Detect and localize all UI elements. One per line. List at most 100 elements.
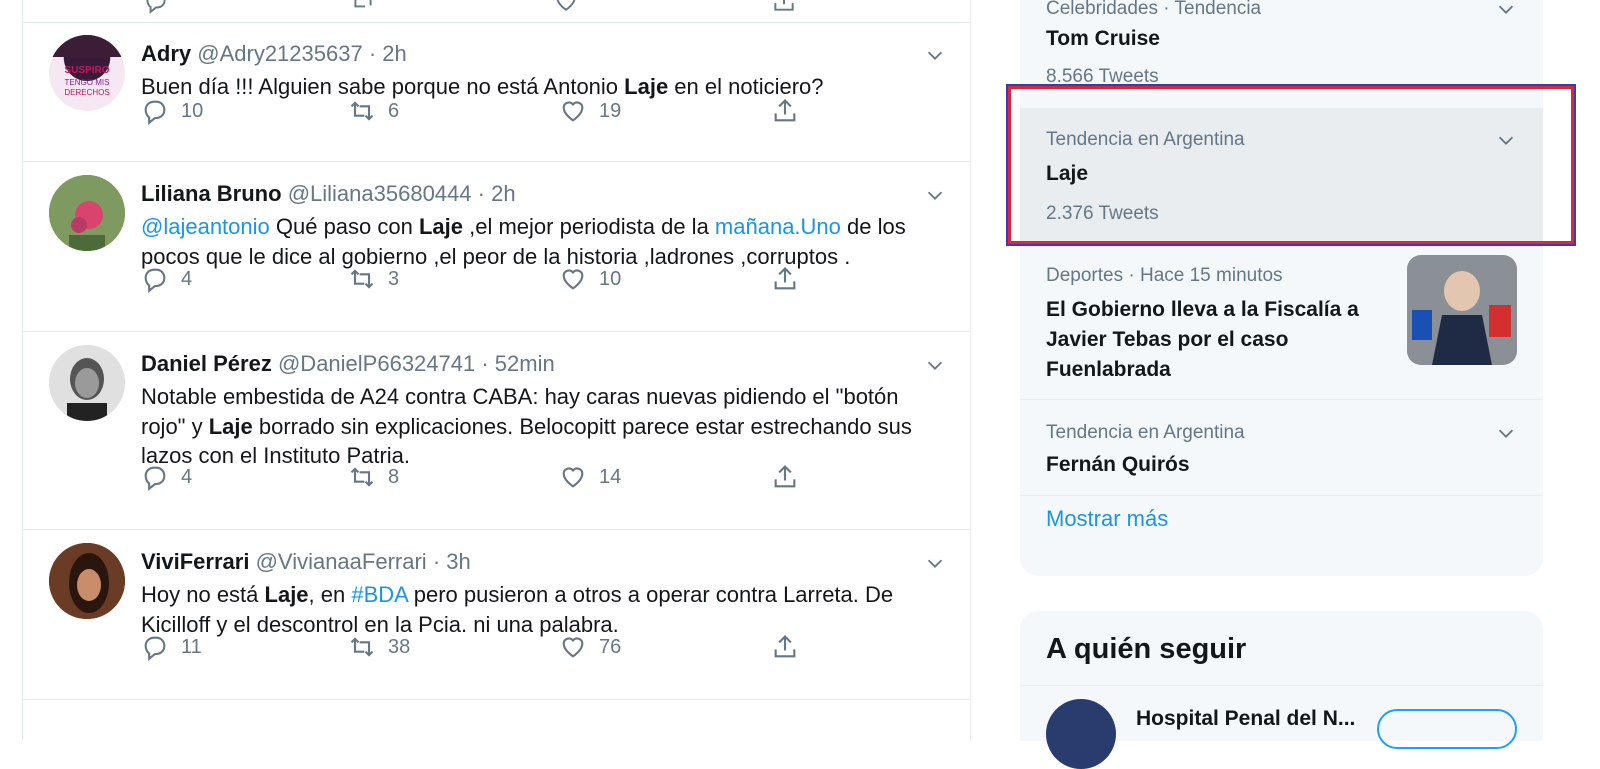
suggested-account-avatar[interactable] [1046, 699, 1116, 769]
avatar[interactable] [49, 345, 125, 421]
author-handle[interactable]: @DanielP66324741 [278, 351, 475, 376]
trend-meta: Tendencia en Argentina [1046, 422, 1245, 443]
share-icon [774, 267, 796, 290]
reply-count: 10 [181, 99, 204, 122]
who-to-follow-title: A quién seguir [1046, 633, 1247, 665]
tweet-text-part: ,el mejor periodista de la [463, 214, 715, 239]
share-button[interactable] [771, 462, 799, 492]
reply-count: 4 [181, 465, 193, 488]
retweet-button[interactable]: 38 [348, 632, 410, 662]
author-name[interactable]: Liliana Bruno [141, 181, 282, 206]
highlighted-term: Laje [264, 582, 309, 607]
reply-icon[interactable] [143, 0, 169, 14]
svg-text:TENGO MIS: TENGO MIS [65, 78, 110, 87]
like-button[interactable]: 10 [559, 264, 621, 294]
retweet-icon[interactable] [350, 0, 376, 14]
chevron-down-icon[interactable] [924, 552, 946, 574]
url-link[interactable]: mañana.Uno [715, 214, 841, 239]
like-count: 10 [599, 267, 622, 290]
tweet[interactable]: Daniel Pérez @DanielP66324741 · 52min No… [23, 332, 970, 530]
share-icon [774, 465, 796, 488]
retweet-count: 38 [388, 635, 411, 658]
like-button[interactable]: 19 [559, 96, 621, 126]
chevron-down-icon[interactable] [924, 184, 946, 206]
timeline: SUSPIRO TENGO MIS DERECHOS Adry @Adry212… [22, 0, 971, 740]
author-handle[interactable]: @Liliana35680444 [288, 181, 472, 206]
trend-image [1407, 255, 1517, 365]
trend-thumbnail[interactable] [1407, 255, 1517, 365]
tweet-time[interactable]: · 3h [433, 549, 471, 574]
reply-count: 11 [181, 635, 202, 658]
trend-title: Fernán Quirós [1046, 453, 1190, 476]
avatar[interactable] [49, 175, 125, 251]
like-button[interactable]: 76 [559, 632, 621, 662]
avatar-image: SUSPIRO TENGO MIS DERECHOS [49, 35, 125, 97]
reply-button[interactable]: 10 [141, 96, 203, 126]
reply-button[interactable]: 4 [141, 462, 192, 492]
follow-button[interactable] [1377, 709, 1517, 749]
svg-text:DERECHOS: DERECHOS [64, 88, 109, 97]
like-button[interactable]: 14 [559, 462, 621, 492]
tweet-header: Daniel Pérez @DanielP66324741 · 52min [141, 350, 555, 378]
retweet-icon [350, 269, 374, 289]
retweet-button[interactable]: 3 [348, 264, 399, 294]
like-count: 14 [599, 465, 622, 488]
trend-meta: Deportes · Hace 15 minutos [1046, 265, 1283, 286]
avatar[interactable]: SUSPIRO TENGO MIS DERECHOS [49, 35, 125, 111]
chevron-down-icon[interactable] [1495, 422, 1517, 444]
retweet-button[interactable]: 8 [348, 462, 399, 492]
share-icon[interactable] [771, 0, 797, 14]
author-name[interactable]: Adry [141, 41, 191, 66]
highlighted-term: Laje [418, 214, 464, 239]
author-name[interactable]: Daniel Pérez [141, 351, 272, 376]
tweet-time[interactable]: · 2h [478, 181, 516, 206]
tweet-text-part: Hoy no está [141, 582, 265, 607]
share-button[interactable] [771, 264, 799, 294]
tweet[interactable]: Liliana Bruno @Liliana35680444 · 2h @laj… [23, 162, 970, 332]
share-button[interactable] [771, 96, 799, 126]
tweet-text: Hoy no está Laje, en #BDA pero pusieron … [141, 580, 941, 639]
reply-icon [144, 100, 166, 125]
reply-button[interactable]: 11 [141, 632, 202, 662]
trend-title: El Gobierno lleva a la Fiscalía a Javier… [1046, 298, 1359, 381]
reply-count: 4 [181, 267, 193, 290]
retweet-count: 8 [388, 465, 400, 488]
share-button[interactable] [771, 632, 799, 662]
tweet[interactable]: ViviFerrari @VivianaaFerrari · 3h Hoy no… [23, 530, 970, 700]
trend-item[interactable]: Tendencia en Argentina Fernán Quirós [1020, 400, 1543, 496]
heart-icon [562, 101, 584, 122]
avatar-image [49, 345, 125, 421]
reply-icon [144, 636, 166, 661]
tweet-time[interactable]: · 2h [369, 41, 407, 66]
chevron-down-icon[interactable] [1495, 0, 1517, 20]
retweet-count: 3 [388, 267, 400, 290]
share-icon [774, 99, 796, 122]
avatar-image [49, 175, 125, 251]
retweet-button[interactable]: 6 [348, 96, 399, 126]
trend-item[interactable]: Deportes · Hace 15 minutos El Gobierno l… [1020, 247, 1543, 400]
chevron-down-icon[interactable] [924, 44, 946, 66]
retweet-icon [350, 637, 374, 657]
suggested-account-name[interactable]: Hospital Penal del N... [1136, 707, 1355, 731]
hashtag-link[interactable]: #BDA [351, 582, 407, 607]
highlighted-term: Laje [208, 413, 253, 439]
heart-icon [562, 637, 584, 658]
mention-link[interactable]: @lajeantonio [141, 214, 270, 239]
trend-meta: Celebridades · Tendencia [1046, 0, 1262, 19]
author-name[interactable]: ViviFerrari [141, 549, 249, 574]
who-to-follow-panel: A quién seguir Hospital Penal del N... [1020, 611, 1543, 769]
like-icon[interactable] [553, 0, 579, 14]
tweet[interactable]: SUSPIRO TENGO MIS DERECHOS Adry @Adry212… [23, 22, 970, 162]
author-handle[interactable]: @Adry21235637 [197, 41, 362, 66]
like-count: 76 [599, 635, 622, 658]
tweet-actions: 10 6 19 [141, 96, 841, 126]
show-more-link[interactable]: Mostrar más [1046, 506, 1168, 532]
tweet-time[interactable]: · 52min [481, 351, 554, 376]
tweet-actions: 11 38 76 [141, 632, 841, 662]
divider [1020, 685, 1543, 686]
highlight-annotation-box [1008, 86, 1574, 244]
avatar[interactable] [49, 543, 125, 619]
reply-button[interactable]: 4 [141, 264, 192, 294]
author-handle[interactable]: @VivianaaFerrari [256, 549, 427, 574]
chevron-down-icon[interactable] [924, 354, 946, 376]
